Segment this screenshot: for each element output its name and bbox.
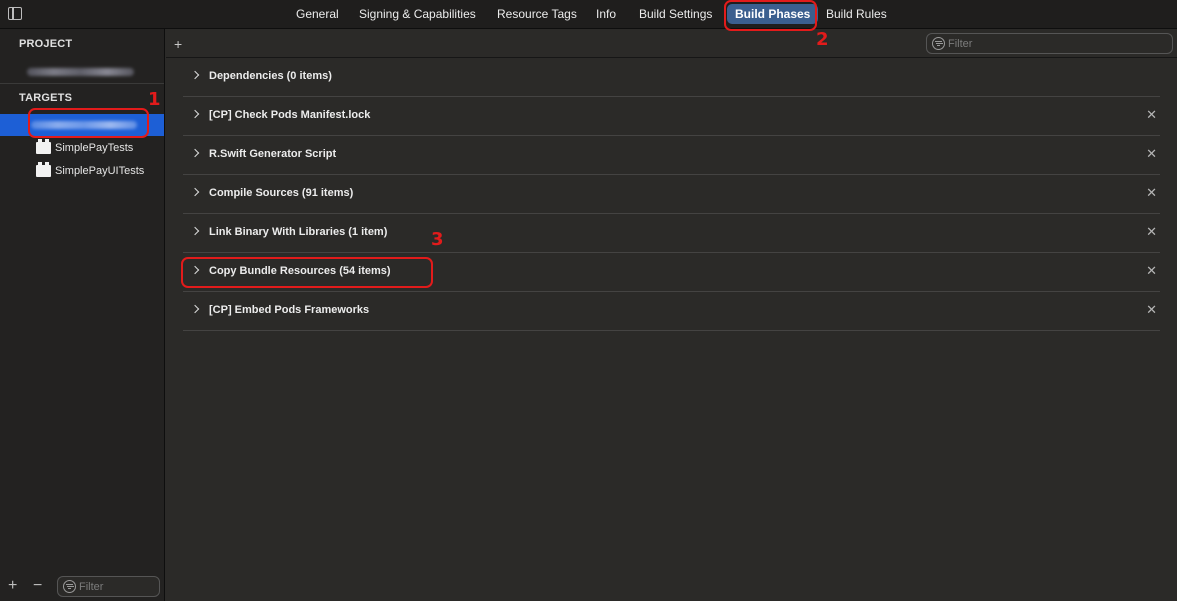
tab-build-rules[interactable]: Build Rules [826, 4, 887, 24]
phase-row-check-pods-manifest[interactable]: [CP] Check Pods Manifest.lock ✕ [183, 97, 1160, 136]
sidebar-filter-field[interactable] [57, 576, 160, 597]
close-icon[interactable]: ✕ [1146, 147, 1157, 160]
tab-build-settings[interactable]: Build Settings [639, 4, 712, 24]
filter-icon [932, 37, 945, 50]
project-section-header: PROJECT [19, 38, 73, 50]
tab-resource-tags[interactable]: Resource Tags [497, 4, 577, 24]
phase-title: R.Swift Generator Script [209, 148, 337, 160]
target-label: SimplePayUITests [55, 165, 145, 177]
target-item-tests[interactable]: SimplePayTests [0, 137, 164, 159]
phase-row-rswift-script[interactable]: R.Swift Generator Script ✕ [183, 136, 1160, 175]
build-phases-filter-input[interactable] [948, 36, 1168, 51]
sidebar-filter-input[interactable] [79, 579, 154, 594]
add-target-plus-icon[interactable]: + [8, 578, 17, 594]
annotation-box-build-phases [724, 0, 817, 31]
phase-row-link-binary[interactable]: Link Binary With Libraries (1 item) ✕ [183, 214, 1160, 253]
project-item-redacted[interactable] [27, 68, 134, 76]
target-item-ui-tests[interactable]: SimplePayUITests [0, 160, 164, 182]
tab-general[interactable]: General [296, 4, 339, 24]
annotation-box-target [28, 108, 149, 138]
chevron-right-icon[interactable] [190, 148, 200, 158]
annotation-number-2: 2 [816, 29, 829, 50]
phase-title: Dependencies (0 items) [209, 70, 332, 82]
sidebar-toggle-icon[interactable] [8, 7, 22, 20]
close-icon[interactable]: ✕ [1146, 186, 1157, 199]
phase-title: Compile Sources (91 items) [209, 187, 354, 199]
chevron-right-icon[interactable] [190, 109, 200, 119]
target-bundle-icon [36, 162, 51, 177]
annotation-box-copy-bundle [181, 257, 433, 288]
sidebar-divider [0, 83, 164, 84]
build-phases-editor: + Dependencies (0 items) [CP] Check Pods… [166, 29, 1177, 601]
chevron-right-icon[interactable] [190, 304, 200, 314]
target-bundle-icon [36, 139, 51, 154]
annotation-number-3: 3 [431, 229, 444, 250]
add-build-phase-plus-icon[interactable]: + [174, 36, 182, 52]
build-phases-filter-field[interactable] [926, 33, 1173, 54]
phase-row-compile-sources[interactable]: Compile Sources (91 items) ✕ [183, 175, 1160, 214]
phase-title: [CP] Embed Pods Frameworks [209, 304, 370, 316]
chevron-right-icon[interactable] [190, 70, 200, 80]
phase-title: Link Binary With Libraries (1 item) [209, 226, 388, 238]
remove-target-minus-icon[interactable]: − [33, 578, 42, 594]
phase-title: [CP] Check Pods Manifest.lock [209, 109, 371, 121]
filter-icon [63, 580, 76, 593]
target-label: SimplePayTests [55, 142, 134, 154]
tab-signing-capabilities[interactable]: Signing & Capabilities [359, 4, 476, 24]
close-icon[interactable]: ✕ [1146, 225, 1157, 238]
close-icon[interactable]: ✕ [1146, 303, 1157, 316]
phase-row-dependencies[interactable]: Dependencies (0 items) [183, 58, 1160, 97]
close-icon[interactable]: ✕ [1146, 108, 1157, 121]
chevron-right-icon[interactable] [190, 226, 200, 236]
annotation-number-1: 1 [148, 89, 161, 110]
tab-info[interactable]: Info [596, 4, 616, 24]
editor-tab-bar: General Signing & Capabilities Resource … [0, 0, 1177, 29]
close-icon[interactable]: ✕ [1146, 264, 1157, 277]
targets-section-header: TARGETS [19, 92, 73, 104]
phase-row-embed-pods-frameworks[interactable]: [CP] Embed Pods Frameworks ✕ [183, 292, 1160, 331]
chevron-right-icon[interactable] [190, 187, 200, 197]
